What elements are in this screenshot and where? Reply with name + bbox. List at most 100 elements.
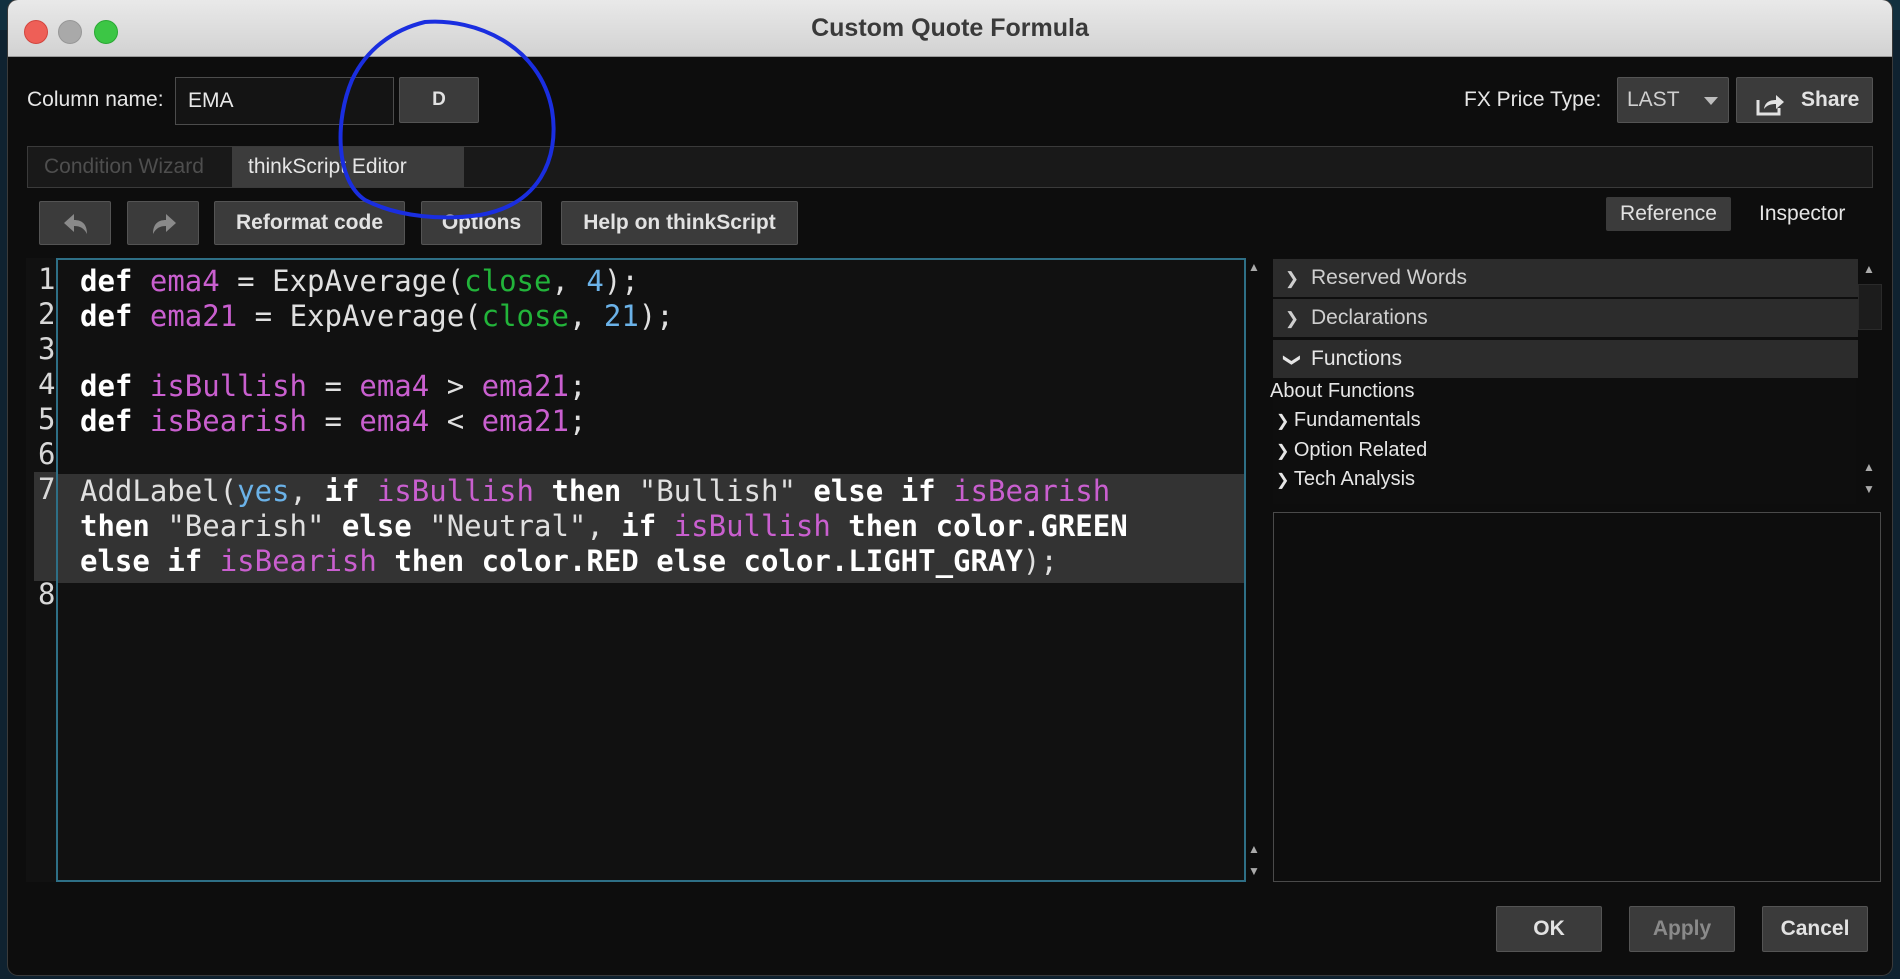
options-button[interactable]: Options	[421, 201, 542, 245]
section-label: Reserved Words	[1311, 266, 1468, 289]
tree-item-fundamentals[interactable]: ❯ Fundamentals	[1276, 409, 1421, 432]
help-on-thinkscript-button[interactable]: Help on thinkScript	[561, 201, 798, 245]
code-token: );	[638, 299, 674, 333]
column-name-label: Column name:	[27, 88, 164, 111]
code-token: =	[237, 299, 290, 333]
code-line: AddLabel(yes, if isBullish then "Bullish…	[80, 474, 1110, 508]
section-functions[interactable]: ❯ Functions	[1273, 340, 1858, 378]
tree-item-option-related[interactable]: ❯ Option Related	[1276, 439, 1427, 462]
editor-tab-bar: Condition Wizard thinkScript Editor	[27, 146, 1873, 188]
section-label: Declarations	[1311, 306, 1428, 329]
code-token: color.GREEN	[935, 509, 1128, 543]
reference-scroll-up-bottom-icon[interactable]: ▲	[1861, 460, 1877, 474]
code-token: def	[80, 299, 133, 333]
tab-condition-wizard[interactable]: Condition Wizard	[28, 147, 256, 187]
code-token: );	[1022, 544, 1058, 578]
code-token: else	[813, 474, 884, 508]
code-line: def ema4 = ExpAverage(close, 4);	[80, 264, 639, 298]
code-token: then	[551, 474, 622, 508]
line-number: 6	[38, 437, 56, 471]
redo-button[interactable]	[127, 201, 199, 245]
tab-thinkscript-editor[interactable]: thinkScript Editor	[232, 147, 464, 187]
code-token: );	[603, 264, 639, 298]
code-token: ExpAverage(	[289, 299, 482, 333]
code-token: then	[394, 544, 465, 578]
reference-scroll-down-icon[interactable]: ▼	[1861, 482, 1877, 496]
line-number: 4	[38, 367, 56, 401]
window-title: Custom Quote Formula	[811, 14, 1089, 42]
tree-item-about-functions[interactable]: About Functions	[1270, 380, 1415, 403]
ok-button[interactable]: OK	[1496, 906, 1602, 952]
code-token: isBearish	[953, 474, 1111, 508]
fx-price-type-select[interactable]: LAST	[1617, 77, 1729, 123]
editor-scroll-up-bottom-icon[interactable]: ▲	[1246, 842, 1262, 856]
inspector-description-pane	[1273, 512, 1881, 882]
reference-scrollbar-thumb[interactable]	[1858, 284, 1882, 330]
code-line: def isBearish = ema4 < ema21;	[80, 404, 586, 438]
code-line: then "Bearish" else "Neutral", if isBull…	[80, 509, 1128, 543]
code-token: ,	[568, 299, 604, 333]
code-editor[interactable]: def ema4 = ExpAverage(close, 4); def ema2…	[56, 258, 1246, 882]
code-line: def isBullish = ema4 > ema21;	[80, 369, 586, 403]
title-bar: Custom Quote Formula	[8, 0, 1892, 57]
share-button[interactable]: Share	[1736, 77, 1873, 123]
chevron-right-icon: ❯	[1276, 443, 1294, 460]
undo-button[interactable]	[39, 201, 111, 245]
fx-price-type-value: LAST	[1627, 88, 1680, 111]
undo-arrow-icon	[62, 212, 90, 242]
code-token: color.LIGHT_GRAY	[743, 544, 1023, 578]
code-token: ;	[568, 369, 587, 403]
line-number: 7	[38, 472, 56, 506]
code-token: ema21	[481, 404, 569, 438]
code-token: ExpAverage(	[272, 264, 465, 298]
reference-tab[interactable]: Reference	[1606, 197, 1731, 231]
tree-item-tech-analysis[interactable]: ❯ Tech Analysis	[1276, 468, 1415, 491]
fx-price-type-label: FX Price Type:	[1464, 88, 1602, 111]
reformat-code-button[interactable]: Reformat code	[214, 201, 405, 245]
custom-quote-formula-dialog: Custom Quote Formula Column name: EMA D …	[8, 0, 1892, 975]
share-label: Share	[1801, 88, 1860, 111]
section-reserved-words[interactable]: ❯ Reserved Words	[1273, 259, 1858, 297]
column-name-input[interactable]: EMA	[175, 77, 394, 125]
chevron-right-icon: ❯	[1276, 413, 1294, 430]
chevron-right-icon: ❯	[1284, 309, 1300, 328]
reference-scroll-up-icon[interactable]: ▲	[1861, 262, 1877, 276]
code-token: ema21	[481, 369, 569, 403]
inspector-tab[interactable]: Inspector	[1759, 202, 1845, 226]
code-token: 21	[603, 299, 639, 333]
code-token: 4	[586, 264, 604, 298]
section-declarations[interactable]: ❯ Declarations	[1273, 299, 1858, 337]
apply-button[interactable]: Apply	[1629, 906, 1735, 952]
code-token: if	[621, 509, 657, 543]
editor-scroll-down-icon[interactable]: ▼	[1246, 864, 1262, 878]
code-token: color.RED	[481, 544, 639, 578]
aggregation-period-button[interactable]: D	[399, 77, 479, 123]
code-token: ema4	[359, 404, 430, 438]
code-token: =	[307, 404, 360, 438]
code-token: def	[80, 404, 133, 438]
code-token: ;	[568, 404, 587, 438]
code-token: close	[481, 299, 569, 333]
cancel-button[interactable]: Cancel	[1762, 906, 1868, 952]
line-number: 2	[38, 297, 56, 331]
editor-scroll-up-icon[interactable]: ▲	[1246, 260, 1262, 274]
line-number: 8	[38, 577, 56, 611]
code-token: else	[341, 509, 412, 543]
code-token: else	[656, 544, 727, 578]
tree-item-label: Option Related	[1293, 439, 1428, 461]
